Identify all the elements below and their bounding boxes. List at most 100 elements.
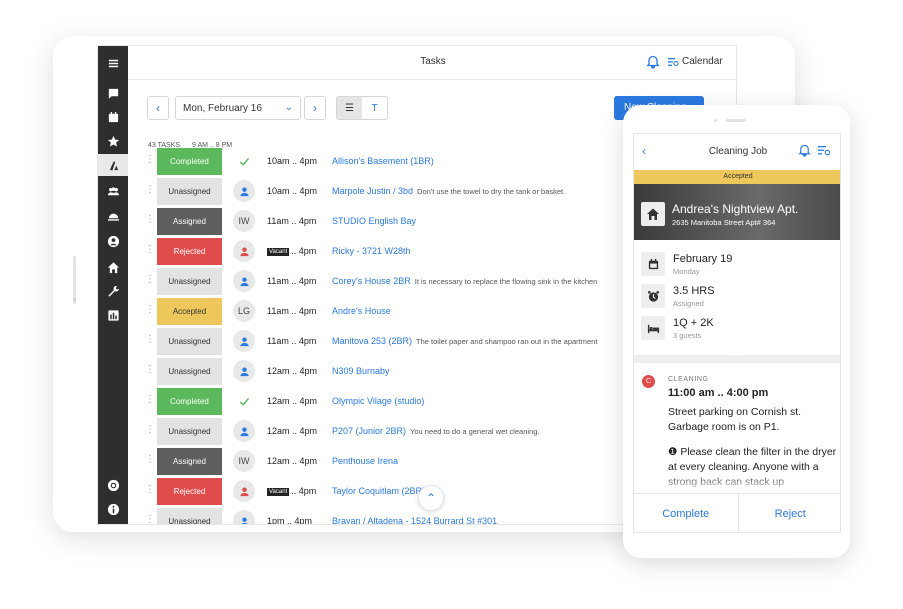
task-address-link[interactable]: Taylor Coquitlam (2BR) — [332, 486, 425, 496]
property-hero: Andrea's Nightview Apt. 2635 Manitoba St… — [634, 184, 840, 240]
divider-notch — [731, 351, 741, 356]
status-badge[interactable]: Unassigned — [157, 328, 222, 355]
status-badge[interactable]: Completed — [157, 148, 222, 175]
status-badge[interactable]: Unassigned — [157, 508, 222, 524]
tools-icon[interactable] — [98, 280, 128, 302]
star-icon[interactable] — [98, 130, 128, 152]
time-range: 10am .. 4pm — [267, 186, 318, 196]
drag-handle-icon[interactable]: ⋮ — [145, 214, 155, 225]
drag-handle-icon[interactable]: ⋮ — [145, 244, 155, 255]
team-icon[interactable] — [98, 180, 128, 202]
list-view-button[interactable]: ☰ — [337, 97, 362, 119]
task-address-link[interactable]: Penthouse Irena — [332, 456, 398, 466]
assignee-avatar[interactable]: IW — [233, 210, 255, 232]
date-select[interactable]: Mon, February 16 ⌄ — [175, 96, 301, 120]
tablet-sensor — [73, 298, 76, 301]
task-address-link[interactable]: P207 (Junior 2BR) You need to do a genera… — [332, 426, 539, 436]
cleaning-icon[interactable] — [98, 154, 128, 176]
prev-day-button[interactable]: ‹ — [147, 96, 169, 120]
reject-button[interactable]: Reject — [739, 494, 841, 532]
phone-list-icon[interactable] — [818, 145, 831, 157]
task-time: 11am .. 4pm — [267, 276, 316, 286]
task-address-link[interactable]: Corey's House 2BR It is necessary to repl… — [332, 276, 597, 286]
user-icon[interactable] — [233, 240, 255, 262]
time-range: .. 4pm — [291, 486, 317, 496]
drag-handle-icon[interactable]: ⋮ — [145, 484, 155, 495]
address-text: Corey's House 2BR — [332, 276, 411, 286]
status-badge[interactable]: Assigned — [157, 448, 222, 475]
status-badge[interactable]: Assigned — [157, 208, 222, 235]
chat-icon[interactable] — [98, 82, 128, 104]
status-badge[interactable]: Rejected — [157, 238, 222, 265]
address-text: Penthouse Irena — [332, 456, 399, 466]
status-badge[interactable]: Unassigned — [157, 418, 222, 445]
time-range: 11am .. 4pm — [267, 306, 317, 316]
phone-screen: ‹ Cleaning Job Accepted Andrea's Nightvi… — [633, 133, 841, 533]
info-icon[interactable] — [98, 498, 128, 520]
drag-handle-icon[interactable]: ⋮ — [145, 304, 155, 315]
drag-handle-icon[interactable]: ⋮ — [145, 154, 155, 165]
status-badge[interactable]: Unassigned — [157, 358, 222, 385]
reports-icon[interactable] — [98, 304, 128, 326]
menu-icon[interactable] — [98, 52, 128, 74]
task-address-link[interactable]: Manitova 253 (2BR) The toilet paper and s… — [332, 336, 597, 346]
task-address-link[interactable]: Ricky - 3721 W28th — [332, 246, 411, 256]
user-icon[interactable] — [233, 270, 255, 292]
drag-handle-icon[interactable]: ⋮ — [145, 514, 155, 524]
status-badge[interactable]: Unassigned — [157, 268, 222, 295]
user-icon[interactable] — [233, 510, 255, 524]
task-time: 10am .. 4pm — [267, 186, 317, 196]
drag-handle-icon[interactable]: ⋮ — [145, 184, 155, 195]
next-day-button[interactable]: › — [304, 96, 326, 120]
task-address-link[interactable]: Marpole Justin / 3bd Don't use the towel … — [332, 186, 565, 196]
user-icon[interactable] — [233, 180, 255, 202]
time-range: 12am .. 4pm — [267, 366, 318, 376]
status-badge[interactable]: Rejected — [157, 478, 222, 505]
address-text: Olympic Vilage (studio) — [332, 396, 425, 406]
status-badge: Accepted — [634, 170, 840, 184]
checkmark-icon[interactable] — [233, 390, 255, 412]
drag-handle-icon[interactable]: ⋮ — [145, 424, 155, 435]
drag-handle-icon[interactable]: ⋮ — [145, 364, 155, 375]
scroll-up-button[interactable]: ⌃ — [418, 485, 444, 511]
task-time: 12am .. 4pm — [267, 456, 317, 466]
task-address-link[interactable]: Andre's House — [332, 306, 391, 316]
user-icon[interactable] — [233, 360, 255, 382]
status-badge[interactable]: Unassigned — [157, 178, 222, 205]
phone-bell-icon[interactable] — [798, 144, 811, 157]
task-time: 11am .. 4pm — [267, 216, 316, 226]
task-address-link[interactable]: N309 Burnaby — [332, 366, 390, 376]
calendar-icon[interactable] — [98, 106, 128, 128]
task-address-link[interactable]: Olympic Vilage (studio) — [332, 396, 424, 406]
drag-handle-icon[interactable]: ⋮ — [145, 394, 155, 405]
drag-handle-icon[interactable]: ⋮ — [145, 454, 155, 465]
user-icon[interactable] — [233, 480, 255, 502]
assignee-avatar[interactable]: IW — [233, 450, 255, 472]
drag-handle-icon[interactable]: ⋮ — [145, 274, 155, 285]
text-view-button[interactable]: T — [362, 97, 387, 119]
task-time: 11am .. 4pm — [267, 306, 316, 316]
home-icon[interactable] — [98, 256, 128, 278]
calendar-link[interactable]: Calendar — [668, 56, 723, 67]
address-text: Brayan / Altadena - 1524 Burrard St #301 — [332, 516, 498, 525]
notification-bell-icon[interactable] — [646, 55, 660, 69]
user-icon[interactable] — [233, 420, 255, 442]
complete-button[interactable]: Complete — [634, 494, 739, 532]
drag-handle-icon[interactable]: ⋮ — [145, 334, 155, 345]
status-badge[interactable]: Completed — [157, 388, 222, 415]
user-circle-icon[interactable] — [98, 230, 128, 252]
assignee-avatar[interactable]: LG — [233, 300, 255, 322]
task-address-link[interactable]: Brayan / Altadena - 1524 Burrard St #301 — [332, 516, 498, 525]
support-icon[interactable] — [98, 474, 128, 496]
task-address-link[interactable]: STUDIO English Bay — [332, 216, 416, 226]
top-bar: Tasks Calendar — [128, 46, 736, 80]
bell-service-icon[interactable] — [98, 204, 128, 226]
user-icon[interactable] — [233, 330, 255, 352]
task-address-link[interactable]: Allison's Basement (1BR) — [332, 156, 434, 166]
task-detail: C CLEANING 11:00 am .. 4:00 pm Street pa… — [634, 363, 840, 493]
checkmark-icon[interactable] — [233, 150, 255, 172]
vacant-badge: Vacant — [267, 248, 290, 256]
property-home-icon — [641, 202, 665, 226]
property-address: 2635 Manitoba Street Apt# 364 — [672, 218, 776, 227]
status-badge[interactable]: Accepted — [157, 298, 222, 325]
